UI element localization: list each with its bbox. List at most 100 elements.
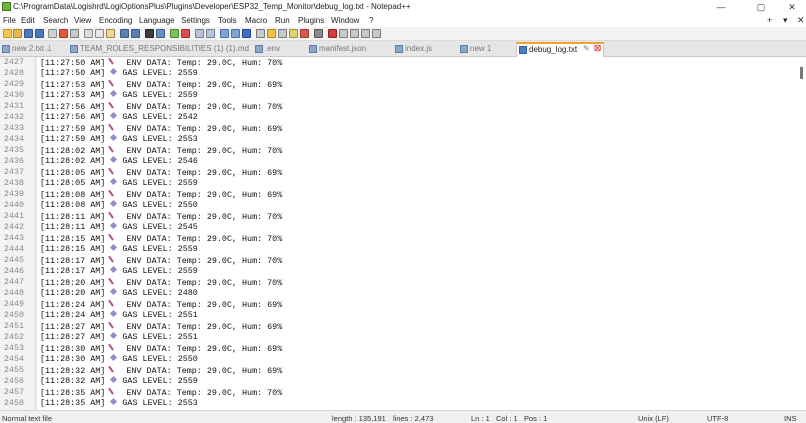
log-timestamp: [11:27:59 AM] — [40, 134, 106, 144]
sync-vertical-icon[interactable] — [195, 29, 204, 38]
log-message: ENV DATA: Temp: 29.0C, Hum: 69% — [126, 168, 283, 178]
undo-icon[interactable] — [120, 29, 129, 38]
minimize-button[interactable]: — — [704, 0, 738, 14]
gas-icon — [110, 200, 117, 207]
cut-icon[interactable] — [84, 29, 93, 38]
eye-icon[interactable] — [314, 29, 323, 38]
gas-icon — [110, 288, 117, 295]
line-number: 2435 — [3, 145, 24, 155]
log-timestamp: [11:28:27 AM] — [40, 322, 106, 332]
log-line-gas: [11:28:15 AM] GAS LEVEL: 2559 — [40, 244, 198, 255]
menu-window[interactable]: Window — [331, 16, 359, 25]
close-all-icon[interactable] — [59, 29, 68, 38]
new-tab-plus-icon[interactable]: + — [767, 15, 772, 25]
open-file-icon[interactable] — [13, 29, 22, 38]
word-wrap-icon[interactable] — [220, 29, 229, 38]
menu-language[interactable]: Language — [139, 16, 175, 25]
line-number: 2450 — [3, 310, 24, 320]
insert-mode[interactable]: INS — [784, 414, 797, 423]
replace-icon[interactable] — [156, 29, 165, 38]
indent-guide-icon[interactable] — [242, 29, 251, 38]
menu-edit[interactable]: Edit — [21, 16, 35, 25]
stop-macro-icon[interactable] — [339, 29, 348, 38]
log-line-gas: [11:27:56 AM] GAS LEVEL: 2542 — [40, 112, 198, 123]
log-timestamp: [11:28:24 AM] — [40, 300, 106, 310]
zoom-out-icon[interactable] — [181, 29, 190, 38]
doc-map-icon[interactable] — [267, 29, 276, 38]
run-macro-multiple-icon[interactable] — [361, 29, 370, 38]
pin-icon[interactable]: ✎ — [583, 44, 590, 53]
log-line-env: [11:28:20 AM] ENV DATA: Temp: 29.0C, Hum… — [40, 277, 282, 288]
tab-env[interactable]: .env — [253, 43, 295, 56]
log-timestamp: [11:28:24 AM] — [40, 310, 106, 320]
menu-macro[interactable]: Macro — [245, 16, 267, 25]
monitoring-icon[interactable] — [300, 29, 309, 38]
menu-search[interactable]: Search — [43, 16, 68, 25]
menu-settings[interactable]: Settings — [181, 16, 210, 25]
paste-icon[interactable] — [106, 29, 115, 38]
title-bar: C:\ProgramData\Logishrd\LogiOptionsPlus\… — [0, 0, 806, 14]
menu-run[interactable]: Run — [275, 16, 290, 25]
doc-length: length : 135,191 — [332, 414, 386, 423]
scrollbar-thumb[interactable] — [800, 67, 803, 79]
tab-list-dropdown-icon[interactable]: ▾ — [783, 15, 788, 26]
editor[interactable]: 2427 2428 2429 2430 2431 2432 2433 2434 2435 2436… — [0, 57, 806, 410]
zoom-in-icon[interactable] — [170, 29, 179, 38]
find-icon[interactable] — [145, 29, 154, 38]
line-number: 2438 — [3, 178, 24, 188]
encoding[interactable]: UTF-8 — [707, 414, 728, 423]
thermometer-icon — [110, 255, 116, 264]
thermometer-icon — [110, 299, 116, 308]
redo-icon[interactable] — [131, 29, 140, 38]
tab-new-1[interactable]: new 1 — [458, 43, 504, 56]
sync-horizontal-icon[interactable] — [206, 29, 215, 38]
close-document-icon[interactable]: ✕ — [797, 15, 805, 26]
record-macro-icon[interactable] — [328, 29, 337, 38]
user-language-icon[interactable] — [256, 29, 265, 38]
copy-icon[interactable] — [95, 29, 104, 38]
log-message: GAS LEVEL: 2553 — [122, 398, 198, 408]
log-message: ENV DATA: Temp: 29.0C, Hum: 69% — [126, 124, 283, 134]
gas-icon — [110, 266, 117, 273]
close-button[interactable]: ✕ — [778, 0, 806, 14]
maximize-button[interactable]: ▢ — [744, 0, 778, 14]
tab-new-2[interactable]: new 2.txt ⊥ — [0, 43, 60, 56]
tab-index-js[interactable]: index.js — [393, 43, 441, 56]
eol-format[interactable]: Unix (LF) — [638, 414, 669, 423]
log-timestamp: [11:28:17 AM] — [40, 256, 106, 266]
menu-plugins[interactable]: Plugins — [298, 16, 324, 25]
vertical-scrollbar[interactable] — [797, 57, 806, 410]
log-message: GAS LEVEL: 2559 — [122, 266, 198, 276]
thermometer-icon — [110, 211, 116, 220]
log-timestamp: [11:28:20 AM] — [40, 288, 106, 298]
log-timestamp: [11:27:50 AM] — [40, 68, 106, 78]
pin-icon[interactable]: ⊥ — [46, 44, 53, 53]
save-all-icon[interactable] — [35, 29, 44, 38]
menu-tools[interactable]: Tools — [218, 16, 237, 25]
line-number-gutter: 2427 2428 2429 2430 2431 2432 2433 2434 2435 2436… — [0, 57, 34, 410]
tab-manifest-json[interactable]: manifest.json — [307, 43, 371, 56]
tab-team-roles[interactable]: TEAM_ROLES_RESPONSIBILITIES (1) (1).md — [68, 43, 249, 56]
file-icon — [70, 45, 78, 53]
show-all-chars-icon[interactable] — [231, 29, 240, 38]
tab-label: index.js — [405, 44, 433, 53]
function-list-icon[interactable] — [278, 29, 287, 38]
log-message: GAS LEVEL: 2480 — [122, 288, 198, 298]
print-icon[interactable] — [70, 29, 79, 38]
menu-help[interactable]: ? — [369, 16, 373, 25]
log-line-env: [11:28:35 AM] ENV DATA: Temp: 29.0C, Hum… — [40, 387, 282, 398]
log-line-gas: [11:27:50 AM] GAS LEVEL: 2559 — [40, 68, 198, 79]
play-macro-icon[interactable] — [350, 29, 359, 38]
close-tab-icon[interactable] — [48, 29, 57, 38]
close-tab-icon[interactable]: ☒ — [594, 44, 601, 53]
folder-workspace-icon[interactable] — [289, 29, 298, 38]
log-timestamp: [11:28:30 AM] — [40, 344, 106, 354]
menu-view[interactable]: View — [74, 16, 91, 25]
line-number: 2431 — [3, 101, 24, 111]
save-macro-icon[interactable] — [372, 29, 381, 38]
menu-file[interactable]: File — [3, 16, 16, 25]
save-icon[interactable] — [24, 29, 33, 38]
menu-encoding[interactable]: Encoding — [99, 16, 132, 25]
tab-debug-log[interactable]: debug_log.txt ✎ ☒ — [516, 42, 604, 57]
new-file-icon[interactable] — [3, 29, 12, 38]
